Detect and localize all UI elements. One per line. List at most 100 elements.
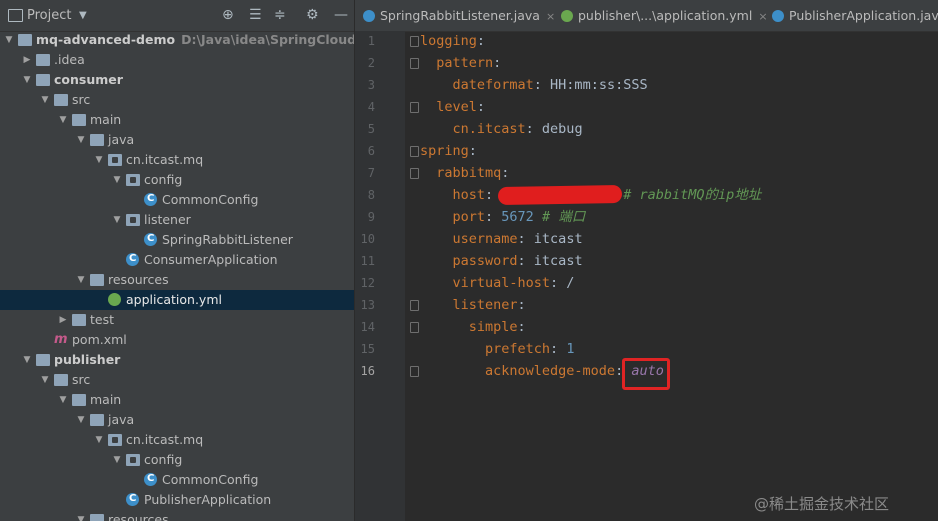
tree-item[interactable]: ConsumerApplication	[0, 249, 354, 270]
code-line[interactable]: rabbitmq:	[420, 162, 509, 184]
tree-item[interactable]: m pom.xml	[0, 330, 354, 350]
chevron-down-icon[interactable]: ▼	[76, 510, 86, 521]
fold-marker-icon[interactable]	[410, 300, 419, 311]
fold-marker-icon[interactable]	[410, 366, 419, 377]
line-number: 15	[360, 342, 375, 356]
collapse-all-icon[interactable]: ≑	[274, 7, 286, 23]
editor-tab[interactable]: PublisherApplication.java	[772, 0, 938, 31]
tree-item[interactable]: ▼ consumer	[0, 70, 354, 90]
hide-icon[interactable]: —	[334, 7, 348, 23]
tree-item[interactable]: ▼ resources	[0, 270, 354, 290]
code-token: cn.itcast	[420, 121, 526, 137]
tree-item[interactable]: ▼ config	[0, 170, 354, 190]
chevron-down-icon[interactable]: ▼	[76, 410, 86, 430]
chevron-down-icon[interactable]: ▼	[112, 450, 122, 470]
close-icon[interactable]: ×	[546, 10, 555, 23]
dropdown-icon[interactable]: ▼	[79, 10, 87, 21]
gear-icon[interactable]: ⚙	[306, 7, 319, 23]
chevron-right-icon[interactable]: ▶	[22, 50, 32, 70]
module-folder-icon	[36, 74, 50, 86]
code-line[interactable]: level:	[420, 96, 485, 118]
code-line[interactable]: listener:	[420, 294, 526, 316]
code-line[interactable]: simple:	[420, 316, 526, 338]
fold-marker-icon[interactable]	[410, 146, 419, 157]
editor-area: SpringRabbitListener.java × publisher\...\…	[355, 0, 938, 521]
project-title[interactable]: Project	[27, 8, 71, 23]
chevron-down-icon[interactable]: ▼	[94, 430, 104, 450]
chevron-down-icon[interactable]: ▼	[22, 350, 32, 370]
tree-item[interactable]: ▶ .idea	[0, 50, 354, 70]
project-view-icon[interactable]	[8, 9, 23, 22]
editor-tab[interactable]: publisher\...\application.yml ×	[561, 0, 768, 31]
tree-item-path: D:\Java\idea\SpringCloud\mq-ac	[181, 32, 354, 47]
code-line[interactable]: virtual-host: /	[420, 272, 575, 294]
tree-item[interactable]: CommonConfig	[0, 469, 354, 490]
tree-item[interactable]: PublisherApplication	[0, 489, 354, 510]
tree-item-label: java	[108, 412, 135, 427]
code-token: logging	[420, 33, 477, 49]
tree-item[interactable]: CommonConfig	[0, 189, 354, 210]
tree-item-label: resources	[108, 272, 169, 287]
code-line[interactable]: dateformat: HH:mm:ss:SSS	[420, 74, 648, 96]
package-icon	[108, 434, 122, 446]
tree-item[interactable]: ▼ cn.itcast.mq	[0, 150, 354, 170]
tree-item[interactable]: ▼ cn.itcast.mq	[0, 430, 354, 450]
tree-item[interactable]: ▼ src	[0, 370, 354, 390]
tree-item[interactable]: ▼ src	[0, 90, 354, 110]
line-number-gutter: 1 2 3 4 5 6 7 8 9 10 11 12 13 14 15 16	[355, 31, 405, 521]
chevron-down-icon[interactable]: ▼	[40, 90, 50, 110]
fold-marker-icon[interactable]	[410, 58, 419, 69]
chevron-down-icon[interactable]: ▼	[22, 70, 32, 90]
tree-item[interactable]: ▶ test	[0, 310, 354, 330]
tree-item[interactable]: ▼ publisher	[0, 350, 354, 370]
code-line[interactable]: port: 5672 # 端口	[420, 206, 586, 228]
line-number: 10	[360, 232, 375, 246]
chevron-down-icon[interactable]: ▼	[4, 30, 14, 50]
crosshair-icon[interactable]: ⊕	[222, 7, 234, 23]
fold-marker-icon[interactable]	[410, 102, 419, 113]
chevron-down-icon[interactable]: ▼	[58, 110, 68, 130]
code-line[interactable]: logging:	[420, 30, 485, 52]
code-token: level	[420, 99, 477, 115]
code-token: :	[517, 319, 526, 335]
editor-tab[interactable]: SpringRabbitListener.java ×	[363, 0, 555, 31]
chevron-down-icon[interactable]: ▼	[40, 370, 50, 390]
code-line[interactable]: password: itcast	[420, 250, 583, 272]
code-line[interactable]: pattern:	[420, 52, 501, 74]
fold-marker-icon[interactable]	[410, 168, 419, 179]
tree-item[interactable]: ▼ listener	[0, 210, 354, 230]
tree-item-label: src	[72, 92, 91, 107]
expand-all-icon[interactable]: ☰	[249, 7, 262, 23]
tree-item-label: .idea	[54, 52, 85, 67]
code-token: spring	[420, 143, 469, 159]
tree-item[interactable]: ▼ mq-advanced-demo D:\Java\idea\SpringClou…	[0, 30, 354, 50]
tree-item[interactable]: ▼ java	[0, 130, 354, 150]
fold-marker-icon[interactable]	[410, 322, 419, 333]
tree-item[interactable]: ▼ main	[0, 110, 354, 130]
chevron-down-icon[interactable]: ▼	[76, 270, 86, 290]
tree-item[interactable]: SpringRabbitListener	[0, 229, 354, 250]
tree-item[interactable]: ▼ java	[0, 410, 354, 430]
editor-tab-label: publisher\...\application.yml	[578, 8, 753, 23]
chevron-down-icon[interactable]: ▼	[58, 390, 68, 410]
close-icon[interactable]: ×	[758, 10, 767, 23]
class-icon	[144, 229, 157, 249]
tree-item-label: mq-advanced-demo D:\Java\idea\SpringCloud…	[36, 30, 354, 50]
chevron-down-icon[interactable]: ▼	[76, 130, 86, 150]
code-token: # 端口	[533, 209, 586, 225]
tree-item[interactable]: application.yml	[0, 290, 354, 310]
code-line[interactable]: cn.itcast: debug	[420, 118, 583, 140]
chevron-down-icon[interactable]: ▼	[94, 150, 104, 170]
chevron-down-icon[interactable]: ▼	[112, 210, 122, 230]
chevron-right-icon[interactable]: ▶	[58, 310, 68, 330]
code-line[interactable]: spring:	[420, 140, 477, 162]
tree-item[interactable]: ▼ resources	[0, 510, 354, 521]
tree-item[interactable]: ▼ main	[0, 390, 354, 410]
chevron-down-icon[interactable]: ▼	[112, 170, 122, 190]
line-number: 3	[367, 78, 375, 92]
code-line[interactable]: prefetch: 1	[420, 338, 574, 360]
tree-item[interactable]: ▼ config	[0, 450, 354, 470]
line-number: 16	[360, 364, 375, 378]
fold-marker-icon[interactable]	[410, 36, 419, 47]
code-line[interactable]: username: itcast	[420, 228, 583, 250]
